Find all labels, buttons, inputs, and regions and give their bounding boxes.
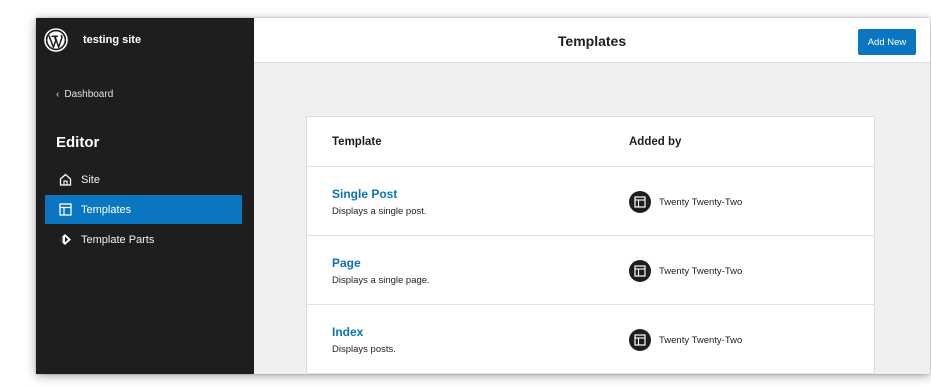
back-link-label: Dashboard <box>64 89 114 100</box>
header-bar: Templates Add New <box>254 18 930 63</box>
layout-icon <box>629 191 651 213</box>
author-name: Twenty Twenty-Two <box>659 334 743 346</box>
added-by: Twenty Twenty-Two <box>629 260 742 282</box>
templates-table: Template Added by Single Post Displays a… <box>306 116 875 374</box>
added-by: Twenty Twenty-Two <box>629 191 742 213</box>
column-header-template: Template <box>332 136 382 148</box>
template-title-link[interactable]: Single Post <box>332 187 397 201</box>
add-new-button[interactable]: Add New <box>858 29 916 55</box>
template-title-link[interactable]: Index <box>332 325 363 339</box>
table-row: Page Displays a single page. Twenty Twen… <box>307 237 874 305</box>
template-description: Displays a single post. <box>332 206 427 217</box>
table-header: Template Added by <box>307 117 874 167</box>
template-description: Displays a single page. <box>332 275 430 286</box>
sidebar: testing site ‹ Dashboard Editor Site Tem… <box>36 18 254 374</box>
site-title[interactable]: testing site <box>83 34 141 46</box>
layout-icon <box>58 203 72 217</box>
sidebar-item-label: Template Parts <box>81 233 155 246</box>
table-row: Single Post Displays a single post. Twen… <box>307 168 874 236</box>
column-header-added-by: Added by <box>629 136 682 148</box>
app-window: testing site ‹ Dashboard Editor Site Tem… <box>36 18 930 374</box>
sidebar-item-template-parts[interactable]: Template Parts <box>45 225 242 254</box>
wordpress-logo-icon[interactable] <box>44 28 68 52</box>
sidebar-item-site[interactable]: Site <box>45 165 242 194</box>
symbol-icon <box>58 233 72 247</box>
layout-icon <box>629 260 651 282</box>
author-name: Twenty Twenty-Two <box>659 265 743 277</box>
layout-icon <box>629 329 651 351</box>
sidebar-item-label: Templates <box>81 203 132 216</box>
added-by: Twenty Twenty-Two <box>629 329 742 351</box>
sidebar-item-templates[interactable]: Templates <box>45 195 242 224</box>
template-description: Displays posts. <box>332 344 396 355</box>
page-title: Templates <box>557 33 627 49</box>
main-content: Templates Add New Template Added by Sing… <box>254 18 930 374</box>
sidebar-section-title: Editor <box>56 134 100 151</box>
chevron-left-icon: ‹ <box>56 89 60 100</box>
dashboard-back-link[interactable]: ‹ Dashboard <box>56 89 113 100</box>
home-icon <box>58 173 72 187</box>
table-row: Index Displays posts. Twenty Twenty-Two <box>307 306 874 374</box>
sidebar-item-label: Site <box>81 173 100 186</box>
author-name: Twenty Twenty-Two <box>659 196 743 208</box>
template-title-link[interactable]: Page <box>332 256 361 270</box>
site-header: testing site <box>36 18 254 64</box>
